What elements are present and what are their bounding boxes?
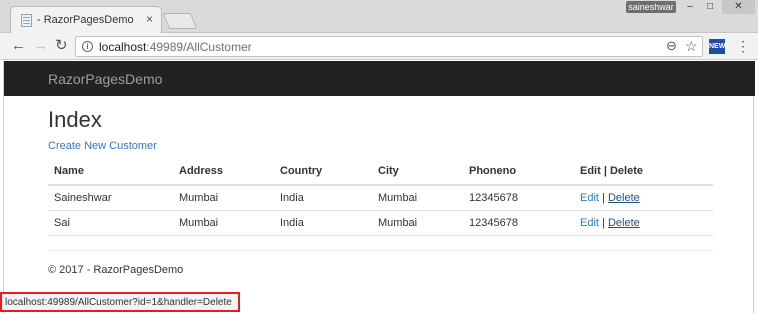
url-text[interactable]: localhost:49989/AllCustomer xyxy=(99,40,252,54)
browser-titlebar: - RazorPagesDemo × saineshwar – □ ✕ xyxy=(0,0,758,33)
action-separator: | xyxy=(602,216,605,229)
cell-name: Sai xyxy=(48,210,173,236)
url-path: :49989/AllCustomer xyxy=(146,40,252,54)
profile-badge[interactable]: saineshwar xyxy=(626,1,676,13)
zoom-icon[interactable]: ⊖ xyxy=(666,38,677,54)
tab-title: - RazorPagesDemo xyxy=(37,14,134,26)
page-viewport: RazorPagesDemo Index Create New Customer… xyxy=(3,61,755,314)
new-tab-button[interactable] xyxy=(162,13,198,29)
close-window-button[interactable]: ✕ xyxy=(722,0,755,14)
column-header-city: City xyxy=(372,158,463,186)
cell-phone: 12345678 xyxy=(463,185,574,211)
bookmark-star-icon[interactable]: ☆ xyxy=(685,38,698,55)
column-header-actions: Edit | Delete xyxy=(574,158,713,186)
maximize-button[interactable]: □ xyxy=(700,0,720,14)
back-arrow-icon[interactable]: ← xyxy=(11,37,26,55)
table-row: Sai Mumbai India Mumbai 12345678 Edit | … xyxy=(48,210,713,236)
create-customer-link[interactable]: Create New Customer xyxy=(48,140,157,152)
column-header-address: Address xyxy=(173,158,274,186)
cell-city: Mumbai xyxy=(372,210,463,236)
cell-actions: Edit | Delete xyxy=(574,210,713,236)
page-footer: © 2017 - RazorPagesDemo xyxy=(48,264,184,276)
minimize-button[interactable]: – xyxy=(682,0,698,14)
customer-table: Name Address Country City Phoneno Edit |… xyxy=(48,158,713,236)
table-row: Saineshwar Mumbai India Mumbai 12345678 … xyxy=(48,185,713,211)
cell-city: Mumbai xyxy=(372,185,463,211)
forward-arrow-icon[interactable]: → xyxy=(33,37,48,55)
page-title: Index xyxy=(48,107,102,132)
cell-address: Mumbai xyxy=(173,210,274,236)
cell-name: Saineshwar xyxy=(48,185,173,211)
url-host: localhost xyxy=(99,40,147,54)
extension-icon[interactable]: NEW xyxy=(709,39,725,54)
info-icon[interactable]: i xyxy=(82,41,93,52)
cell-phone: 12345678 xyxy=(463,210,574,236)
column-header-phone: Phoneno xyxy=(463,158,574,186)
edit-link[interactable]: Edit xyxy=(580,217,599,229)
tab-close-icon[interactable]: × xyxy=(146,12,153,26)
site-brand-link[interactable]: RazorPagesDemo xyxy=(48,71,162,87)
column-header-country: Country xyxy=(274,158,372,186)
cell-country: India xyxy=(274,185,372,211)
footer-divider xyxy=(48,250,713,251)
edit-link[interactable]: Edit xyxy=(580,192,599,204)
cell-country: India xyxy=(274,210,372,236)
delete-link[interactable]: Delete xyxy=(608,192,640,204)
status-url-text: localhost:49989/AllCustomer?id=1&handler… xyxy=(5,297,232,308)
cell-address: Mumbai xyxy=(173,185,274,211)
reload-icon[interactable]: ↻ xyxy=(55,37,68,55)
cell-actions: Edit | Delete xyxy=(574,185,713,211)
delete-link[interactable]: Delete xyxy=(608,217,640,229)
site-navbar: RazorPagesDemo xyxy=(4,61,755,96)
status-url-bubble: localhost:49989/AllCustomer?id=1&handler… xyxy=(0,292,240,312)
address-bar[interactable]: i localhost:49989/AllCustomer ⊖ ☆ xyxy=(75,36,703,57)
browser-toolbar: ← → ↻ i localhost:49989/AllCustomer ⊖ ☆ … xyxy=(0,33,758,60)
browser-tab[interactable]: - RazorPagesDemo × xyxy=(10,6,162,33)
table-header-row: Name Address Country City Phoneno Edit |… xyxy=(48,158,713,186)
browser-menu-icon[interactable]: ⋮ xyxy=(736,38,750,54)
column-header-name: Name xyxy=(48,158,173,186)
action-separator: | xyxy=(602,191,605,204)
page-favicon-icon xyxy=(21,14,32,27)
